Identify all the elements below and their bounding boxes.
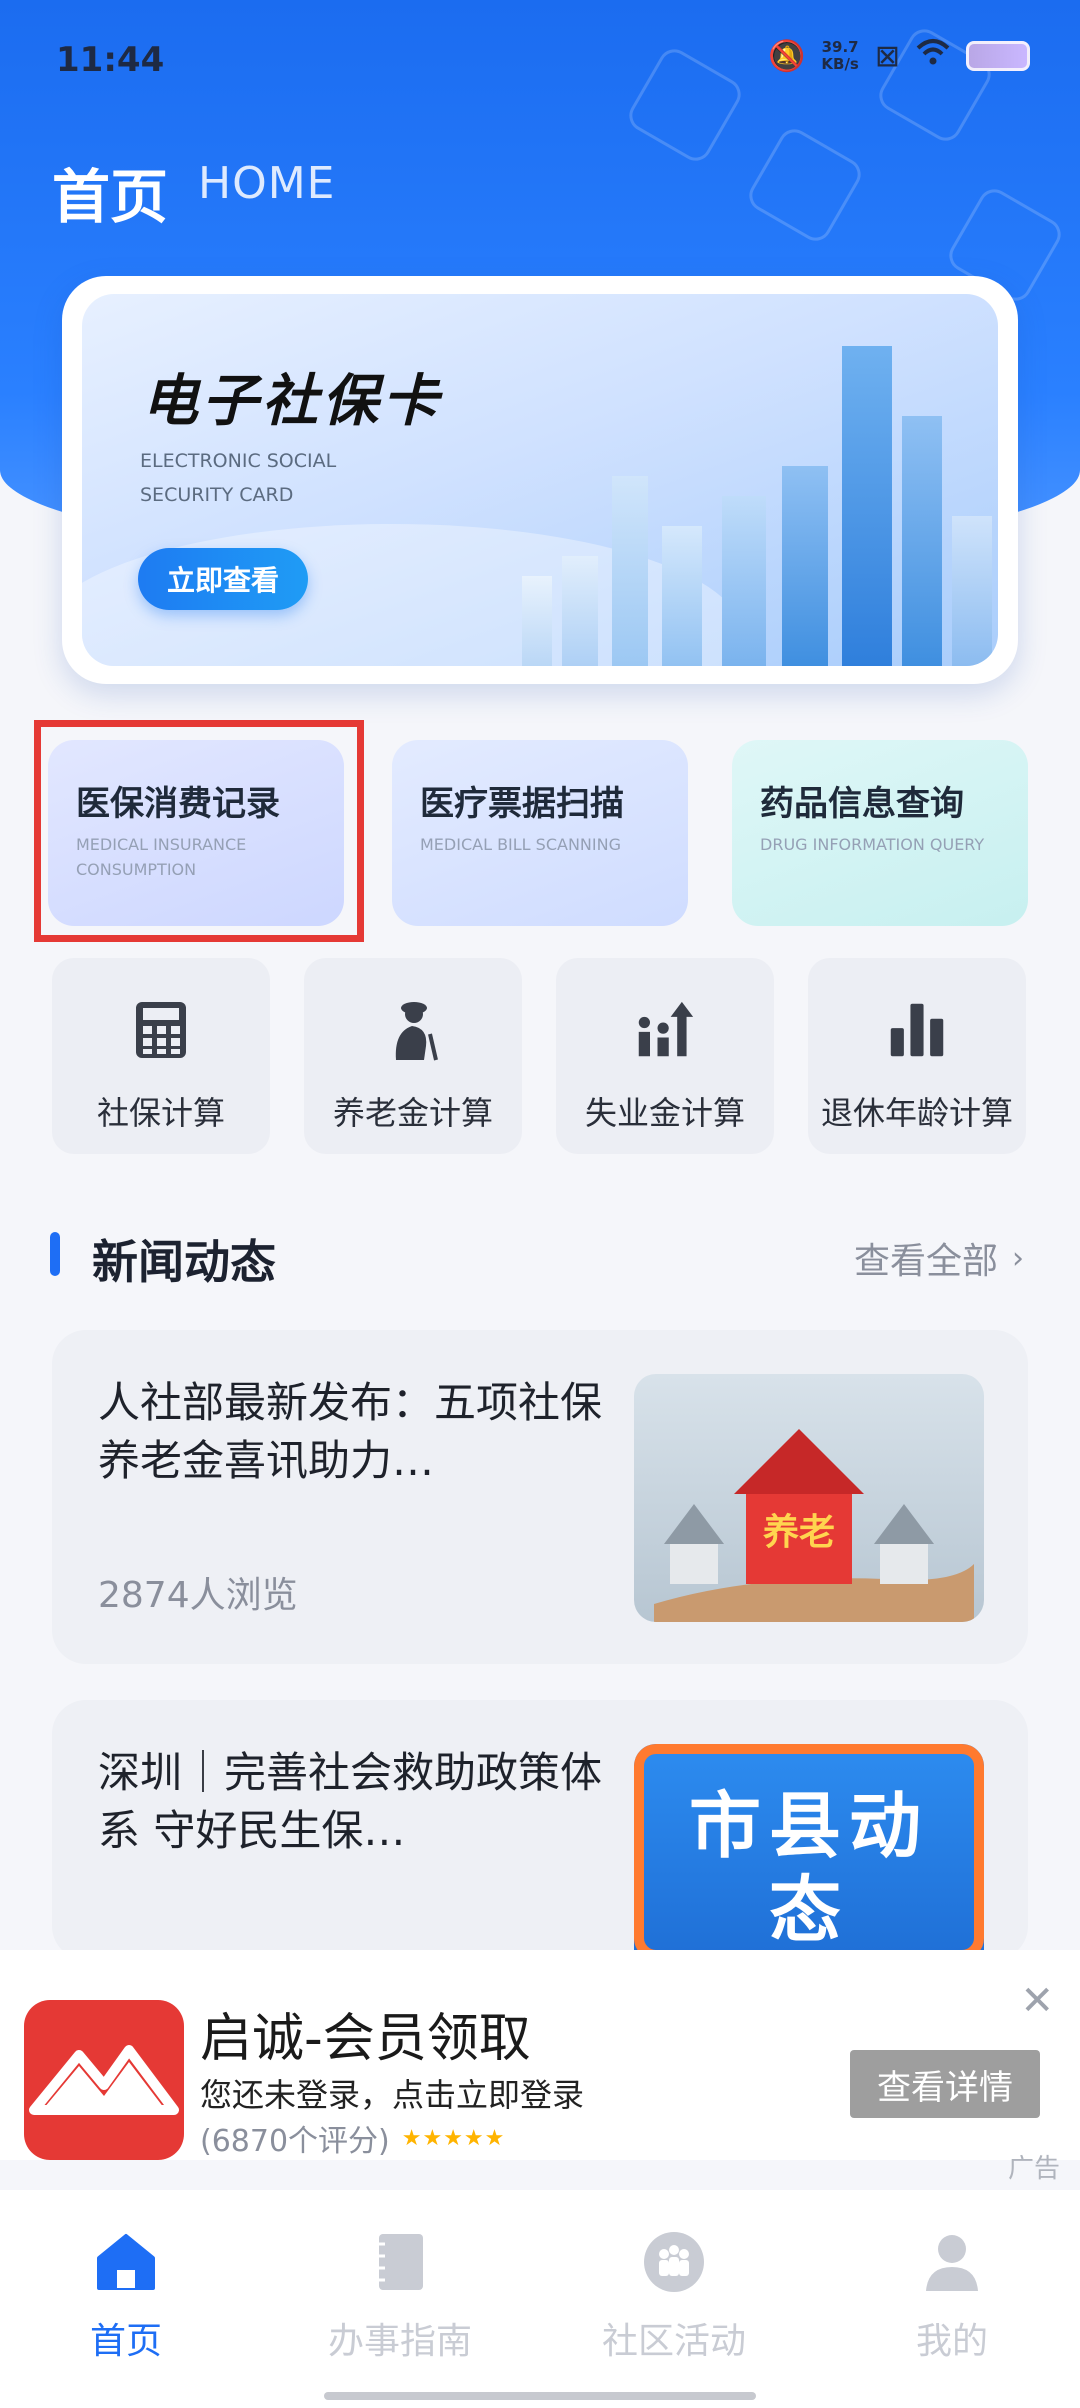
news-section-title: 新闻动态 [92, 1235, 276, 1289]
nav-item-guide[interactable]: 办事指南 [310, 2230, 490, 2364]
network-speed-value: 39.7 [821, 38, 859, 56]
news-item[interactable]: 人社部最新发布：五项社保养老金喜讯助力… 2874人浏览 养老 [52, 1330, 1028, 1664]
feature-subtitle: MEDICAL INSURANCE CONSUMPTION [76, 835, 247, 879]
page-subtitle: HOME [198, 158, 336, 209]
calc-label: 养老金计算 [332, 1094, 493, 1132]
status-icons: 🔕 39.7 KB/s ⊠ [768, 38, 1030, 74]
home-icon [94, 2230, 158, 2294]
skyline-building [612, 476, 648, 666]
news-thumbnail: 养老 [634, 1374, 984, 1622]
feature-title: 医保消费记录 [76, 784, 280, 824]
view-all-label: 查看全部 [853, 1241, 998, 1282]
news-image-text: 养老 [763, 1511, 835, 1553]
profile-icon [920, 2230, 984, 2294]
wifi-icon [916, 38, 950, 74]
news-thumbnail: 市县动态 [634, 1744, 984, 1960]
nav-item-home[interactable]: 首页 [36, 2230, 216, 2364]
nav-item-community[interactable]: 社区活动 [584, 2230, 764, 2364]
ad-subtitle: 您还未登录，点击立即登录 [200, 2076, 585, 2114]
news-image-text: 市县动态 [688, 1784, 929, 1952]
feature-subtitle: DRUG INFORMATION QUERY [760, 835, 985, 854]
status-bar: 11:44 🔕 39.7 KB/s ⊠ [0, 0, 1080, 120]
skyline-building [952, 516, 992, 666]
feature-title: 医疗票据扫描 [420, 784, 624, 824]
ad-app-icon [24, 2000, 184, 2160]
calc-label: 社保计算 [96, 1094, 225, 1132]
news-title: 深圳｜完善社会救助政策体系 守好民生保… [98, 1748, 603, 1855]
drug-information-query-card[interactable]: 药品信息查询 DRUG INFORMATION QUERY [732, 740, 1028, 926]
unemployment-calculator-tile[interactable]: 失业金计算 [556, 958, 774, 1154]
bar-chart-icon [887, 1000, 947, 1060]
elderly-icon [383, 1000, 443, 1061]
home-indicator[interactable] [324, 2392, 756, 2400]
network-speed: 39.7 KB/s [821, 39, 858, 73]
skyline-building [522, 576, 552, 666]
chevron-right-icon: › [1012, 1240, 1024, 1276]
feature-subtitle: MEDICAL BILL SCANNING [420, 835, 621, 854]
feature-title: 药品信息查询 [760, 784, 964, 824]
view-now-button[interactable]: 立即查看 [138, 548, 308, 610]
banner-image: 电子社保卡 ELECTRONIC SOCIAL SECURITY CARD 立即… [82, 294, 998, 666]
ad-label: 广告 [1007, 2154, 1060, 2184]
banner-title: 电子社保卡 [142, 369, 442, 434]
pension-calculator-tile[interactable]: 养老金计算 [304, 958, 522, 1154]
ad-rating-count: (6870个评分) [200, 2124, 390, 2159]
skyline-building [562, 556, 598, 666]
news-item[interactable]: 深圳｜完善社会救助政策体系 守好民生保… 市县动态 [52, 1700, 1028, 1960]
growth-chart-icon [635, 1000, 695, 1060]
nav-label: 办事指南 [327, 2321, 472, 2362]
social-security-calculator-tile[interactable]: 社保计算 [52, 958, 270, 1154]
status-time: 11:44 [56, 40, 165, 80]
retirement-age-calculator-tile[interactable]: 退休年龄计算 [808, 958, 1026, 1154]
calc-label: 失业金计算 [584, 1094, 745, 1132]
view-details-button[interactable]: 查看详情 [850, 2050, 1040, 2118]
close-icon[interactable]: ✕ [1020, 1978, 1054, 2024]
news-title: 人社部最新发布：五项社保养老金喜讯助力… [98, 1378, 603, 1485]
star-rating-icon: ★★★★★ [401, 2125, 506, 2151]
medical-insurance-consumption-card[interactable]: 医保消费记录 MEDICAL INSURANCE CONSUMPTION [48, 740, 344, 926]
skyline-building [902, 416, 942, 666]
bottom-navigation: 首页 办事指南 社区活动 我的 [0, 2190, 1080, 2408]
skyline-building [722, 496, 766, 666]
banner-subtitle: ELECTRONIC SOCIAL SECURITY CARD [140, 450, 337, 506]
calculator-icon [131, 1000, 191, 1060]
nav-label: 首页 [89, 2321, 162, 2362]
skyline-building [662, 526, 702, 666]
sim-icon: ⊠ [874, 38, 900, 74]
community-icon [642, 2230, 706, 2294]
nav-label: 社区活动 [601, 2321, 746, 2362]
page-title: 首页 [52, 163, 169, 231]
mute-icon: 🔕 [768, 38, 806, 74]
news-views: 2874人浏览 [98, 1575, 298, 1616]
view-all-link[interactable]: 查看全部 › [854, 1232, 1024, 1284]
battery-icon [966, 41, 1030, 71]
nav-item-profile[interactable]: 我的 [862, 2230, 1042, 2364]
guide-book-icon [368, 2230, 432, 2294]
calc-label: 退休年龄计算 [820, 1094, 1013, 1132]
ad-rating: (6870个评分) ★★★★★ [200, 2116, 505, 2160]
ad-title: 启诚-会员领取 [200, 2009, 531, 2069]
hexagon-decoration [743, 123, 867, 247]
nav-label: 我的 [915, 2321, 988, 2362]
social-security-card-banner[interactable]: 电子社保卡 ELECTRONIC SOCIAL SECURITY CARD 立即… [62, 276, 1018, 684]
network-speed-unit: KB/s [821, 55, 859, 73]
medical-bill-scanning-card[interactable]: 医疗票据扫描 MEDICAL BILL SCANNING [392, 740, 688, 926]
advertisement-banner[interactable]: 启诚-会员领取 您还未登录，点击立即登录 (6870个评分) ★★★★★ 查看详… [0, 1950, 1080, 2160]
skyline-building [782, 466, 828, 666]
skyline-building [842, 346, 892, 666]
section-accent-bar [50, 1232, 60, 1276]
